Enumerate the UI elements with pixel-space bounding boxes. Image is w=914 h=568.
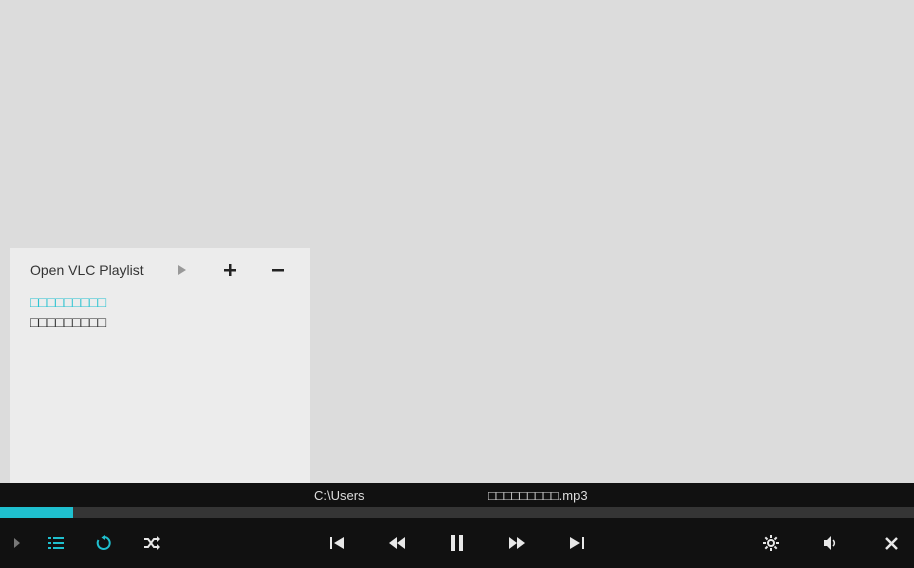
skip-end-icon[interactable] [562, 528, 592, 558]
chevron-right-icon[interactable] [6, 528, 30, 558]
skip-start-icon[interactable] [322, 528, 352, 558]
control-bar [0, 518, 914, 568]
shuffle-icon[interactable] [140, 528, 164, 558]
nowplaying-file: □□□□□□□□□.mp3 [488, 488, 588, 503]
nowplaying-bar: C:\Users □□□□□□□□□.mp3 [0, 483, 914, 507]
plus-icon[interactable] [216, 263, 244, 277]
repeat-icon[interactable] [92, 528, 116, 558]
minus-icon[interactable] [264, 263, 292, 277]
gear-icon[interactable] [756, 528, 786, 558]
fast-forward-icon[interactable] [502, 528, 532, 558]
control-right-group [756, 528, 906, 558]
rewind-icon[interactable] [382, 528, 412, 558]
playlist-item[interactable]: □□□□□□□□□ [30, 312, 290, 332]
control-left-group [0, 528, 172, 558]
seek-bar-fill [0, 507, 73, 518]
playlist-header: Open VLC Playlist [10, 248, 310, 292]
media-player-window: Open VLC Playlist □□□□□□□□□ □□□□□□□□□ C:… [0, 0, 914, 568]
pause-icon[interactable] [442, 528, 472, 558]
play-small-icon[interactable] [168, 265, 196, 275]
playlist-item[interactable]: □□□□□□□□□ [30, 292, 290, 312]
close-icon[interactable] [876, 528, 906, 558]
control-center-group [322, 528, 592, 558]
volume-icon[interactable] [816, 528, 846, 558]
playlist-title-button[interactable]: Open VLC Playlist [30, 262, 144, 278]
nowplaying-path: C:\Users [314, 488, 365, 503]
seek-bar[interactable] [0, 507, 914, 518]
playlist-items: □□□□□□□□□ □□□□□□□□□ [10, 292, 310, 332]
list-icon[interactable] [44, 528, 68, 558]
playlist-panel: Open VLC Playlist □□□□□□□□□ □□□□□□□□□ [10, 248, 310, 498]
